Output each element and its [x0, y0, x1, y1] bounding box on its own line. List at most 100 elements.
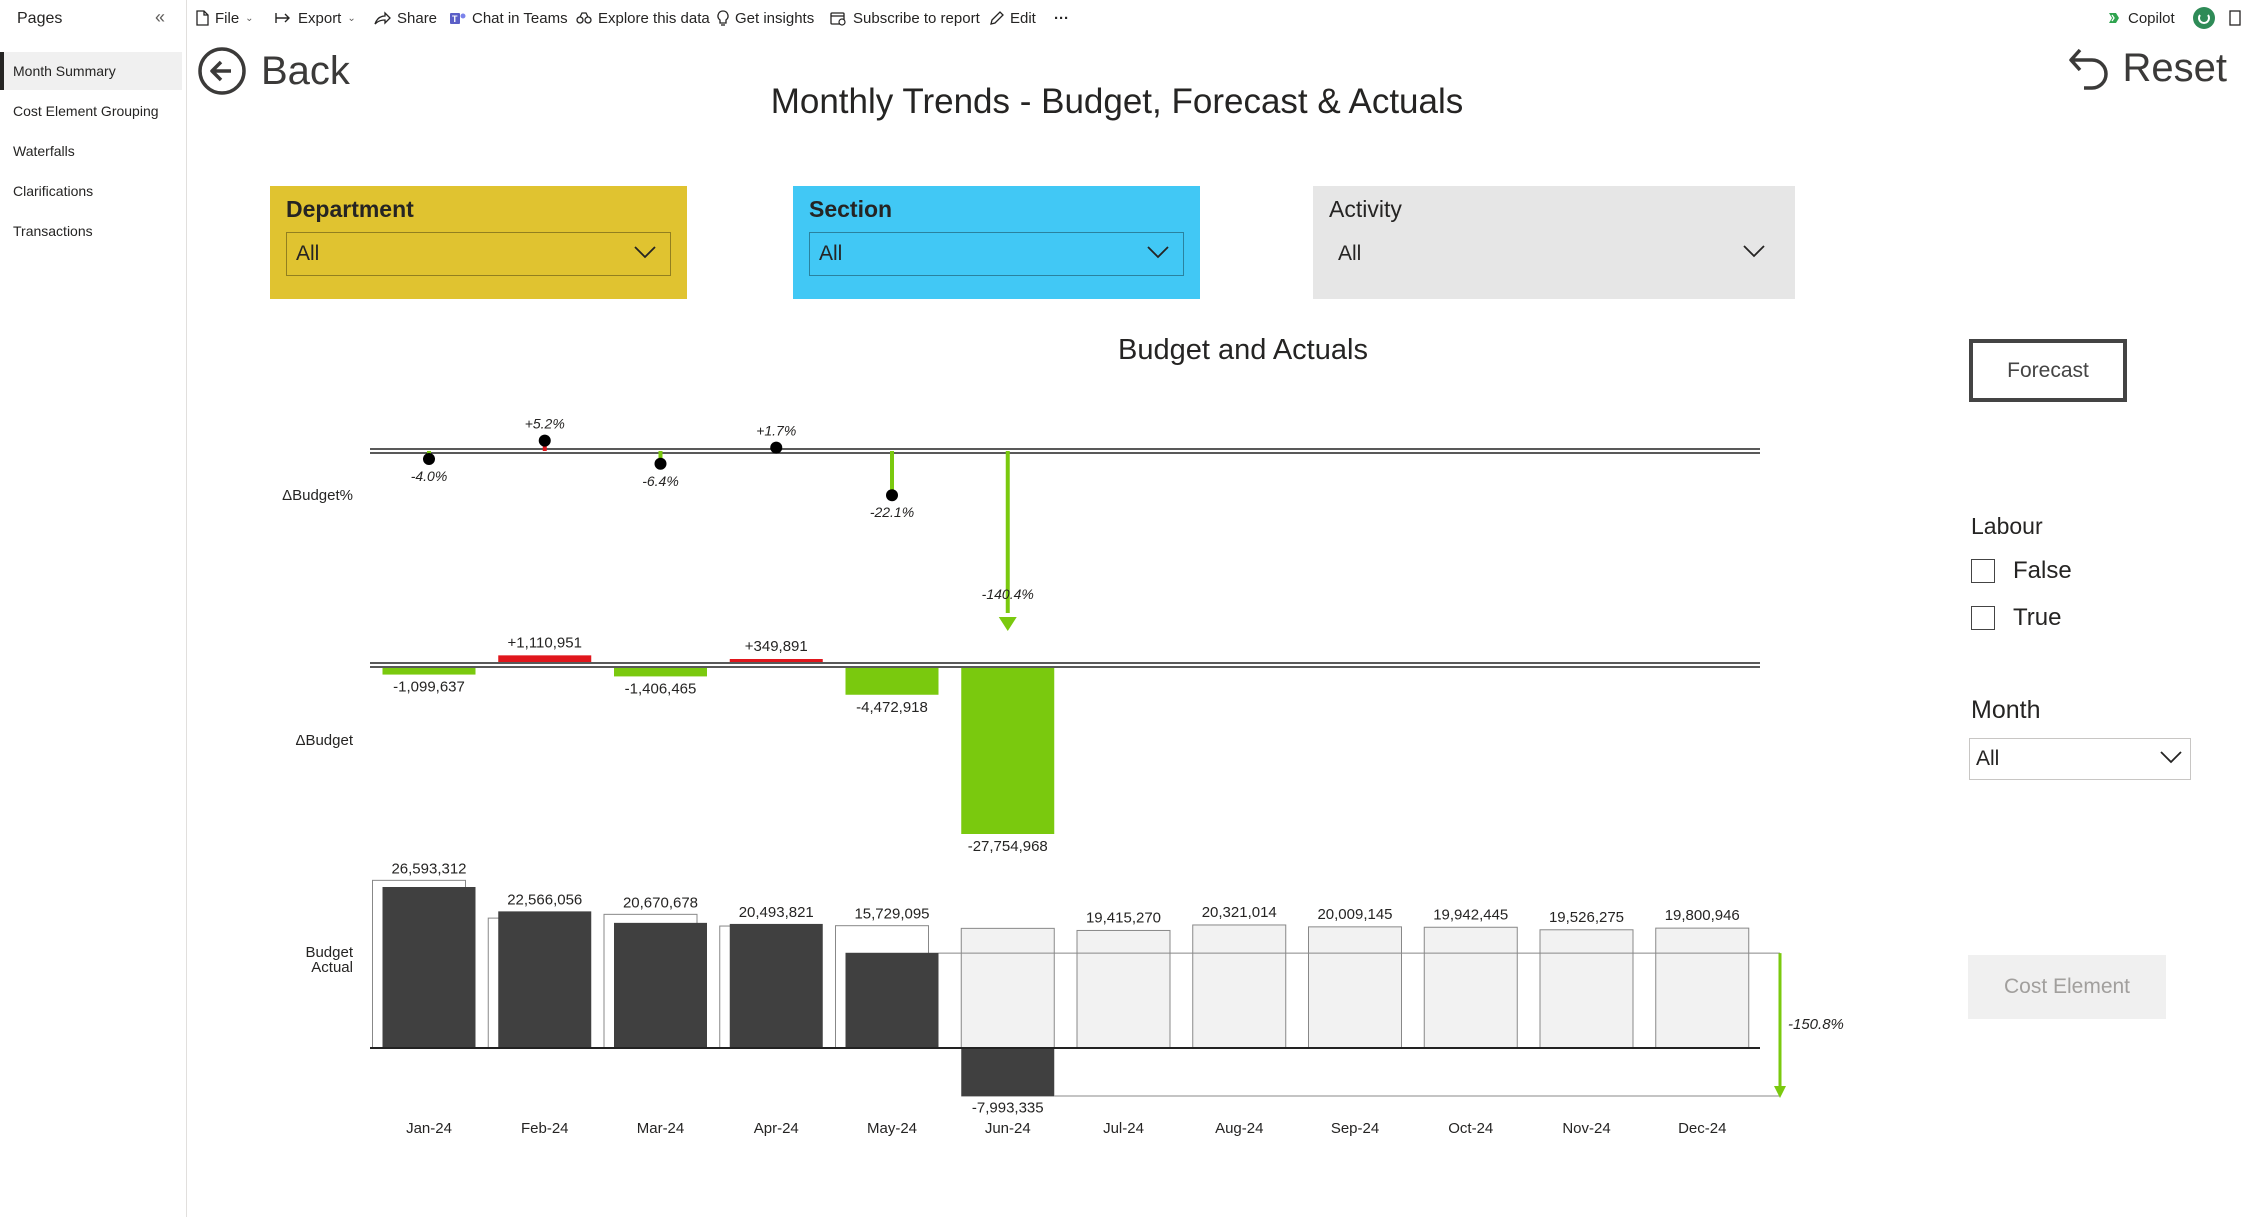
month-tick-label: Apr-24 — [754, 1120, 799, 1137]
forecast-data-label: 19,415,270 — [1086, 909, 1161, 926]
panel-toggle[interactable] — [2229, 0, 2241, 36]
chat-in-teams-label: Chat in Teams — [472, 9, 568, 27]
copilot-label: Copilot — [2128, 9, 2175, 27]
account-avatar[interactable] — [2192, 0, 2222, 36]
forecast-bar — [1192, 924, 1287, 1049]
lightbulb-icon — [717, 10, 729, 26]
delta-budget-data-label: +349,891 — [745, 638, 808, 655]
share-button[interactable]: Share — [374, 0, 437, 36]
delta-pct-data-label: -6.4% — [642, 473, 679, 489]
actual-data-label: 20,493,821 — [739, 904, 814, 921]
forecast-button[interactable]: Forecast — [1969, 339, 2127, 402]
export-icon — [275, 13, 290, 23]
delta-pct-data-label: -22.1% — [870, 504, 914, 520]
actual-bar — [729, 923, 823, 1048]
sidebar-item-cost-element-grouping[interactable]: Cost Element Grouping — [0, 92, 182, 130]
more-options-button[interactable]: ··· — [1054, 0, 1069, 36]
teams-icon: T — [450, 12, 466, 24]
month-dropdown[interactable]: All — [1969, 738, 2191, 780]
explore-icon — [576, 12, 592, 24]
checkbox[interactable] — [1971, 606, 1995, 630]
sidebar-item-label: Clarifications — [13, 183, 94, 199]
chevron-down-icon — [2160, 751, 2182, 764]
budget-actuals-chart: ΔBudget%ΔBudgetBudgetActual-4.0%+5.2%-6.… — [282, 416, 1844, 1137]
actual-bar — [845, 952, 939, 1048]
export-label: Export — [298, 9, 342, 27]
copilot-icon — [2109, 13, 2119, 23]
forecast-data-label: 19,800,946 — [1665, 907, 1740, 924]
share-icon — [374, 10, 391, 25]
month-tick-label: Mar-24 — [637, 1120, 685, 1137]
month-tick-label: Sep-24 — [1331, 1120, 1379, 1137]
sidebar-item-label: Month Summary — [13, 63, 116, 79]
delta-budget-data-label: +1,110,951 — [508, 634, 582, 651]
get-insights-label: Get insights — [735, 9, 815, 27]
reset-button[interactable]: Reset — [2067, 44, 2227, 92]
pages-title: Pages — [17, 10, 63, 27]
delta-budget-bar — [729, 659, 823, 662]
delta-pct-overflow-arrow — [998, 617, 1017, 631]
pencil-icon — [990, 10, 1004, 25]
edit-button[interactable]: Edit — [989, 0, 1036, 36]
file-menu[interactable]: File ⌄ — [196, 0, 254, 36]
delta-pct-data-label: +5.2% — [525, 416, 565, 432]
month-tick-label: Aug-24 — [1215, 1120, 1263, 1137]
sidebar-item-label: Cost Element Grouping — [13, 103, 159, 119]
get-insights-button[interactable]: Get insights — [717, 0, 814, 36]
checkbox[interactable] — [1971, 559, 1995, 583]
actual-bar — [961, 1048, 1055, 1097]
top-toolbar: File ⌄ Export ⌄ Share T Chat in Teams Expl… — [0, 0, 2241, 38]
explore-data-label: Explore this data — [598, 9, 710, 27]
export-menu[interactable]: Export ⌄ — [275, 0, 356, 36]
panel-icon — [2229, 10, 2241, 26]
copilot-button[interactable]: Copilot — [2106, 0, 2175, 36]
chevron-down-icon: ⌄ — [347, 12, 356, 24]
actual-data-label: 15,729,095 — [854, 906, 929, 923]
delta-budget-data-label: -1,406,465 — [625, 680, 697, 697]
edit-label: Edit — [1010, 9, 1036, 27]
sidebar-item-clarifications[interactable]: Clarifications — [0, 172, 182, 210]
forecast-bar — [1539, 929, 1634, 1049]
delta-pct-dot — [886, 489, 898, 502]
delta-budget-data-label: -4,472,918 — [856, 699, 928, 716]
month-slicer-title: Month — [1971, 696, 2041, 724]
delta-budget-data-label: -1,099,637 — [393, 679, 465, 696]
sidebar-item-label: Waterfalls — [13, 143, 75, 159]
subscribe-button[interactable]: Subscribe to report — [830, 0, 980, 36]
explore-data-button[interactable]: Explore this data — [576, 0, 710, 36]
total-variance-label: -150.8% — [1788, 1016, 1844, 1033]
collapse-sidebar-icon[interactable]: « — [155, 7, 165, 28]
delta-budget-data-label: -27,754,968 — [968, 838, 1048, 855]
actual-bar — [382, 887, 476, 1048]
month-tick-label: May-24 — [867, 1120, 917, 1137]
labour-option-false[interactable]: False — [1971, 557, 2072, 585]
share-label: Share — [397, 9, 438, 27]
month-tick-label: Dec-24 — [1678, 1120, 1726, 1137]
chat-in-teams-button[interactable]: T Chat in Teams — [449, 0, 568, 36]
month-tick-label: Oct-24 — [1448, 1120, 1493, 1137]
delta-budget-bar — [845, 668, 939, 695]
labour-option-true[interactable]: True — [1971, 604, 2061, 632]
avatar-icon — [2193, 7, 2215, 29]
month-dropdown-value: All — [1976, 747, 2000, 770]
sidebar-item-label: Transactions — [13, 223, 93, 239]
delta-pct-dot — [654, 457, 667, 470]
delta-pct-data-label: -4.0% — [411, 468, 448, 484]
delta-pct-dot — [423, 453, 435, 465]
sidebar-item-month-summary[interactable]: Month Summary — [0, 52, 182, 90]
month-tick-label: Nov-24 — [1562, 1120, 1610, 1137]
more-options-icon: ··· — [1054, 9, 1069, 27]
month-tick-label: Jul-24 — [1103, 1120, 1144, 1137]
sidebar-item-transactions[interactable]: Transactions — [0, 212, 182, 250]
cost-element-button[interactable]: Cost Element — [1968, 955, 2166, 1019]
forecast-bar — [1308, 926, 1402, 1049]
month-tick-label: Feb-24 — [521, 1120, 569, 1137]
labour-option-label: False — [2013, 557, 2072, 584]
labour-slicer-title: Labour — [1971, 513, 2043, 539]
delta-pct-dot — [770, 441, 783, 454]
forecast-data-label: 19,526,275 — [1549, 909, 1624, 926]
delta-budget-pct-row-label: ΔBudget% — [282, 487, 353, 504]
subscribe-label: Subscribe to report — [853, 9, 980, 27]
sidebar-item-waterfalls[interactable]: Waterfalls — [0, 132, 182, 170]
actual-row-label: Actual — [311, 959, 353, 976]
